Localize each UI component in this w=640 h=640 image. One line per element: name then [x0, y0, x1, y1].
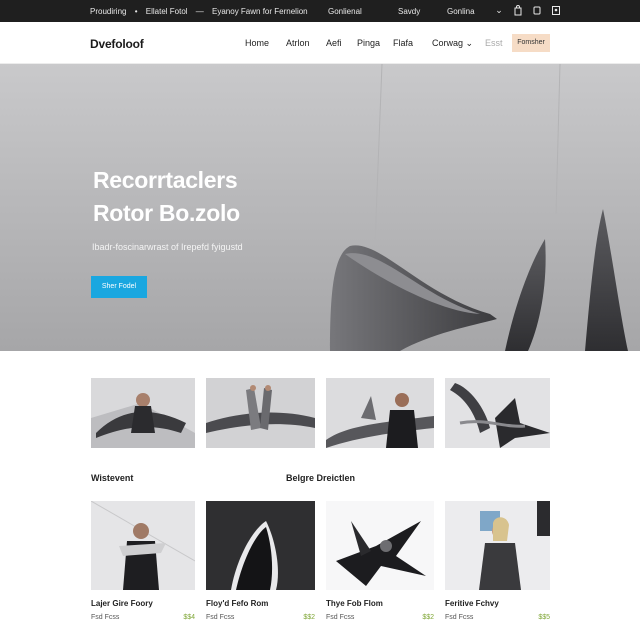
nav-item-muted[interactable]: Esst	[485, 38, 503, 48]
site-logo[interactable]: Dvefoloof	[90, 37, 144, 51]
utility-separator: —	[195, 7, 204, 16]
gallery-image	[326, 378, 434, 448]
nav-item[interactable]: Aefi	[326, 38, 342, 48]
nav-item[interactable]: Flafa	[393, 38, 413, 48]
product-price: $$2	[303, 614, 315, 621]
product-image	[326, 501, 434, 590]
utility-link[interactable]: Proudiring	[90, 7, 126, 16]
chevron-down-icon: ⌄	[465, 38, 474, 48]
product-price: $$5	[538, 614, 550, 621]
product-meta: Fsd Fcss	[326, 614, 355, 621]
utility-bar: Proudiring • Ellatel Fotol — Eyanoy Fawn…	[0, 0, 640, 22]
main-nav: Dvefoloof Home Atrlon Aefi Pinga Flafa C…	[0, 22, 640, 64]
product-meta: Fsd Fcss	[91, 614, 120, 621]
account-icon[interactable]	[551, 5, 561, 16]
product-name: Thye Fob Flom	[326, 599, 383, 608]
hero-title-line-2: Rotor Bo.zolo	[93, 200, 240, 226]
gallery-thumbnail[interactable]	[206, 378, 315, 448]
product-meta: Fsd Fcss	[445, 614, 474, 621]
utility-link[interactable]: Eyanoy Fawn for Fernelion	[212, 7, 308, 16]
nav-dropdown-label: Corwag	[432, 38, 464, 48]
product-card[interactable]: Thye Fob Flom Fsd Fcss $$2	[326, 501, 434, 631]
utility-icons: ⌄	[494, 5, 561, 16]
product-card[interactable]: Floy'd Fefo Rom Fsd Fcss $$2	[206, 501, 315, 631]
gallery-thumbnail[interactable]	[445, 378, 550, 448]
hero-subtitle: Ibadr-foscinarwrast of Irepefd fyigustd	[92, 242, 243, 252]
utility-links: Proudiring • Ellatel Fotol — Eyanoy Fawn…	[90, 7, 314, 16]
product-name: Lajer Gire Foory	[91, 599, 153, 608]
gallery-image	[206, 378, 315, 448]
product-price: $$4	[183, 614, 195, 621]
section-heading: Wistevent	[91, 473, 134, 483]
product-card[interactable]: Feritive Fchvy Fsd Fcss $$5	[445, 501, 550, 631]
product-image	[91, 501, 195, 590]
nav-item[interactable]: Atrlon	[286, 38, 310, 48]
utility-separator: •	[134, 7, 138, 16]
cart-icon[interactable]	[532, 5, 542, 16]
utility-link[interactable]: Gonlina	[447, 7, 475, 16]
bag-icon[interactable]	[513, 5, 523, 16]
hero-banner: Recorrtaclers Rotor Bo.zolo Ibadr-foscin…	[0, 64, 640, 351]
nav-item[interactable]: Pinga	[357, 38, 380, 48]
hero-cta-button[interactable]: Sher Fodel	[91, 276, 147, 298]
product-card[interactable]: Lajer Gire Foory Fsd Fcss $$4	[91, 501, 195, 631]
gallery-image	[445, 378, 550, 448]
product-image	[445, 501, 550, 590]
gallery-thumbnail[interactable]	[91, 378, 195, 448]
hero-title-line-1: Recorrtaclers	[93, 167, 238, 193]
nav-item-home[interactable]: Home	[245, 38, 269, 48]
utility-link[interactable]: Savdy	[398, 7, 420, 16]
product-meta: Fsd Fcss	[206, 614, 235, 621]
section-heading: Belgre Dreictlen	[286, 473, 356, 483]
nav-item-dropdown[interactable]: Corwag ⌄	[432, 38, 473, 49]
chevron-down-icon[interactable]: ⌄	[494, 5, 504, 16]
utility-link[interactable]: Ellatel Fotol	[146, 7, 188, 16]
product-image	[206, 501, 315, 590]
product-name: Floy'd Fefo Rom	[206, 599, 269, 608]
utility-link[interactable]: Gonlienal	[328, 7, 362, 16]
nav-cta-button[interactable]: Fomsher	[512, 34, 550, 52]
gallery-thumbnail[interactable]	[326, 378, 434, 448]
product-price: $$2	[422, 614, 434, 621]
product-name: Feritive Fchvy	[445, 599, 499, 608]
gallery-image	[91, 378, 195, 448]
